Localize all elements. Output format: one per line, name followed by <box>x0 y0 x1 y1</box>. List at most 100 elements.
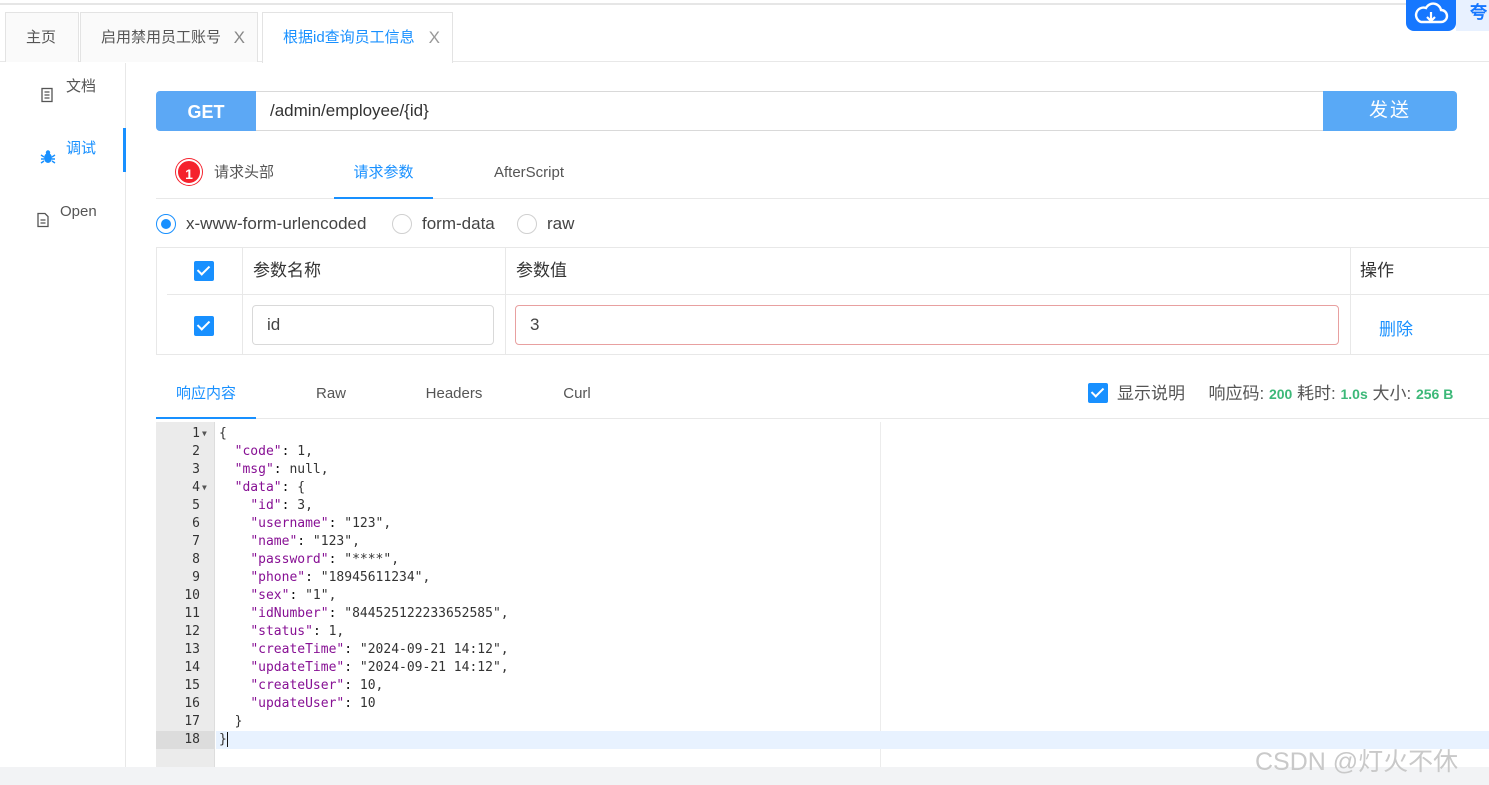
sidebar-item-debug[interactable]: 调试 <box>0 129 126 169</box>
tab-label: 启用禁用员工账号 <box>101 29 222 46</box>
code-text: } <box>219 714 243 729</box>
code-line[interactable]: 15 "createUser": 10, <box>184 677 1489 695</box>
line-number: 10 <box>184 588 200 603</box>
line-number: 3 <box>192 462 200 477</box>
show-description-checkbox[interactable] <box>1088 383 1108 403</box>
sidebar-item-label: 文档 <box>66 78 97 95</box>
request-tabs: 1 请求头部 请求参数 AfterScript <box>156 150 1489 199</box>
tab-home[interactable]: 主页 <box>5 12 79 62</box>
select-all-checkbox[interactable] <box>194 261 214 281</box>
column-header-value: 参数值 <box>516 261 567 280</box>
code-line[interactable]: 9 "phone": "18945611234", <box>192 569 1489 587</box>
code-text: "sex": "1", <box>250 588 337 603</box>
document-icon <box>40 79 54 103</box>
code-line[interactable]: 13 "createTime": "2024-09-21 14:12", <box>184 641 1489 659</box>
size-value: 256 B <box>1415 386 1454 402</box>
code-line[interactable]: 2 "code": 1, <box>192 443 1489 461</box>
close-icon[interactable]: X <box>429 13 440 63</box>
headers-count-badge: 1 <box>176 159 202 185</box>
tab-response-curl[interactable]: Curl <box>536 372 618 419</box>
size-label: 大小: <box>1372 384 1412 403</box>
param-name-input[interactable]: id <box>252 305 494 345</box>
code-text: "idNumber": "844525122233652585", <box>250 606 509 621</box>
code-line[interactable]: 11 "idNumber": "844525122233652585", <box>184 605 1489 623</box>
tab-toggle-employee[interactable]: 启用禁用员工账号 X <box>80 12 258 62</box>
radio-dot[interactable] <box>156 214 176 234</box>
tab-label: 请求参数 <box>353 164 414 181</box>
code-text: } <box>219 732 227 747</box>
sidebar-item-docs[interactable]: 文档 <box>0 67 126 107</box>
delete-param-link[interactable]: 删除 <box>1379 315 1413 340</box>
param-value-input[interactable]: 3 <box>515 305 1339 345</box>
tab-request-headers[interactable]: 1 请求头部 <box>156 150 296 199</box>
sidebar-item-open[interactable]: Open <box>0 192 126 232</box>
code-text: "password": "****", <box>250 552 400 567</box>
code-text: "code": 1, <box>234 444 313 459</box>
radio-raw[interactable]: raw <box>517 213 581 235</box>
fold-toggle-icon[interactable]: ▼ <box>202 425 212 443</box>
elapsed-label: 耗时: <box>1297 384 1336 403</box>
code-line[interactable]: 16 "updateUser": 10 <box>184 695 1489 713</box>
line-number: 2 <box>192 444 200 459</box>
line-number: 13 <box>184 642 200 657</box>
status-code-label: 响应码: <box>1208 384 1265 403</box>
tab-response-headers[interactable]: Headers <box>414 372 494 419</box>
radio-urlencoded[interactable]: x-www-form-urlencoded <box>156 213 376 235</box>
tab-query-employee[interactable]: 根据id查询员工信息 X <box>262 12 453 63</box>
tab-label: Curl <box>563 385 591 402</box>
radio-dot[interactable] <box>392 214 412 234</box>
response-editor[interactable]: 1 ▼{2 "code": 1, 3 "msg": null, 4 ▼ "data": … <box>156 422 1489 767</box>
code-text: "name": "123", <box>250 534 360 549</box>
column-header-name: 参数名称 <box>253 261 321 280</box>
line-number: 18 <box>156 731 215 749</box>
code-line[interactable]: 17 } <box>184 713 1489 731</box>
code-line[interactable]: 5 "id": 3, <box>192 497 1489 515</box>
cloud-icon[interactable] <box>1406 0 1456 31</box>
sidebar-active-indicator <box>123 128 126 172</box>
code-line[interactable]: 10 "sex": "1", <box>184 587 1489 605</box>
line-number: 17 <box>184 714 200 729</box>
bug-icon <box>40 141 56 164</box>
code-line[interactable]: 7 "name": "123", <box>192 533 1489 551</box>
radio-label: form-data <box>422 214 495 233</box>
tab-label: Raw <box>315 385 346 402</box>
line-number: 1 <box>192 426 200 441</box>
line-number: 11 <box>184 606 200 621</box>
radio-form-data[interactable]: form-data <box>392 213 502 235</box>
http-method[interactable]: GET <box>156 91 256 131</box>
window-top-edge <box>0 0 1489 5</box>
close-icon[interactable]: X <box>234 13 245 63</box>
code-line[interactable]: 6 "username": "123", <box>192 515 1489 533</box>
tab-response-raw[interactable]: Raw <box>291 372 371 419</box>
line-number: 4 <box>192 480 200 495</box>
tab-response-content[interactable]: 响应内容 <box>156 372 256 419</box>
line-number: 16 <box>184 696 200 711</box>
code-text: "username": "123", <box>250 516 392 531</box>
code-text: "msg": null, <box>234 462 329 477</box>
code-line[interactable]: 4 ▼ "data": { <box>192 479 1489 497</box>
radio-label: x-www-form-urlencoded <box>186 214 367 233</box>
file-icon <box>36 204 50 228</box>
code-text: { <box>219 426 227 441</box>
corner-badge-text[interactable]: 夸 <box>1456 0 1489 31</box>
tab-afterscript[interactable]: AfterScript <box>494 150 584 199</box>
tab-label: 响应内容 <box>175 385 236 402</box>
code-text: "data": { <box>234 480 306 495</box>
code-text: "updateUser": 10 <box>250 696 376 711</box>
code-line[interactable]: 14 "updateTime": "2024-09-21 14:12", <box>184 659 1489 677</box>
code-text: "phone": "18945611234", <box>250 570 431 585</box>
line-number: 6 <box>192 516 200 531</box>
code-line[interactable]: 8 "password": "****", <box>192 551 1489 569</box>
tab-request-params[interactable]: 请求参数 <box>334 150 433 199</box>
code-line[interactable]: 12 "status": 1, <box>184 623 1489 641</box>
code-line[interactable]: 3 "msg": null, <box>192 461 1489 479</box>
row-checkbox[interactable] <box>194 316 214 336</box>
url-input[interactable]: /admin/employee/{id} <box>256 91 1324 131</box>
response-code[interactable]: 1 ▼{2 "code": 1, 3 "msg": null, 4 ▼ "data": … <box>156 422 1489 767</box>
code-line[interactable]: 1 ▼ { <box>192 425 1489 443</box>
radio-dot[interactable] <box>517 214 537 234</box>
line-number: 14 <box>184 660 200 675</box>
send-button[interactable]: 发送 <box>1323 91 1457 131</box>
tab-label: 主页 <box>26 29 57 46</box>
fold-toggle-icon[interactable]: ▼ <box>202 479 212 497</box>
